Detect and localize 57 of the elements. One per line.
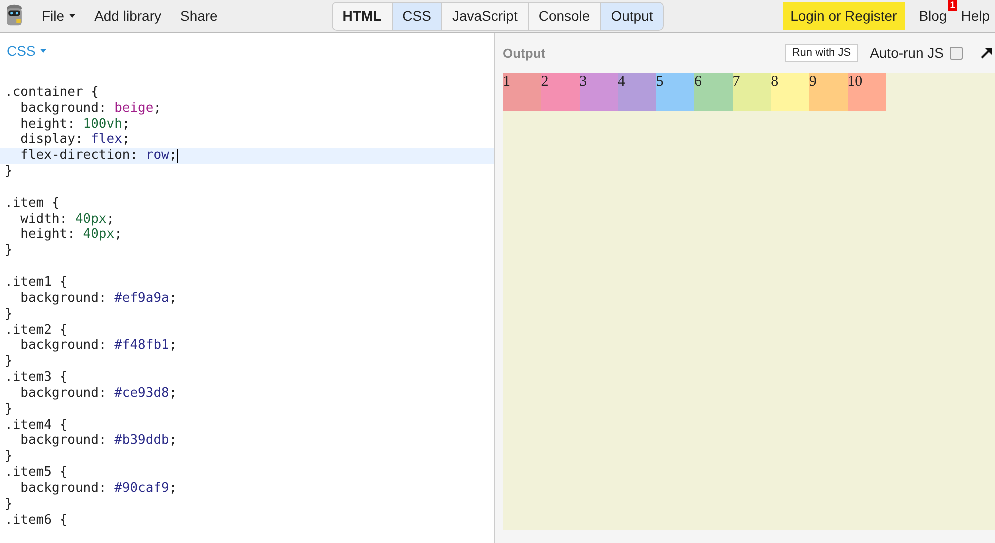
help-link[interactable]: Help <box>961 8 990 24</box>
code-line: background: #ef9a9a; <box>20 290 178 306</box>
robot-logo-icon[interactable] <box>6 4 23 28</box>
caret-icon <box>68 14 76 18</box>
panel-tab[interactable]: Console <box>528 2 600 30</box>
login-button[interactable]: Login or Register <box>782 2 906 30</box>
code-line: } <box>5 243 13 258</box>
flex-item: 8 <box>771 73 810 111</box>
code-line: background: #b39ddb; <box>20 433 178 448</box>
flex-item: 10 <box>848 73 886 111</box>
notification-badge: 1 <box>948 0 958 11</box>
panel-tab[interactable]: JavaScript <box>441 2 528 30</box>
flex-item: 3 <box>580 73 618 111</box>
code-line: } <box>5 402 13 417</box>
panel-tab[interactable]: HTML <box>332 2 392 30</box>
language-dropdown[interactable]: CSS <box>7 43 47 59</box>
code-line: } <box>5 449 13 464</box>
code-line: width: 40px; <box>20 212 115 227</box>
menu-item[interactable]: Add library <box>94 8 162 24</box>
autorun-checkbox[interactable] <box>950 46 963 60</box>
flex-item: 4 <box>618 73 656 111</box>
code-line: display: flex; <box>20 132 130 148</box>
code-line: flex-direction: row; <box>20 148 178 164</box>
code-line: .container { <box>5 84 99 100</box>
flex-item: 1 <box>503 73 542 111</box>
code-line: background: #90caf9; <box>20 480 178 496</box>
code-line: background: #ce93d8; <box>20 386 178 401</box>
menu-item[interactable]: File <box>42 8 76 24</box>
code-line: } <box>5 306 13 322</box>
panel-tab[interactable]: Output <box>600 2 664 30</box>
flex-item: 6 <box>694 73 733 111</box>
code-line: .item6 { <box>5 512 68 528</box>
code-line: } <box>5 496 13 512</box>
blog-link[interactable]: Blog <box>919 8 948 24</box>
autorun-label: Auto-run JS <box>870 45 944 61</box>
panel-title: Output <box>503 46 546 60</box>
code-line: .item1 { <box>5 274 68 290</box>
code-line: background: #f48fb1; <box>20 338 178 354</box>
code-line: height: 100vh; <box>20 116 130 132</box>
flex-item: 7 <box>732 73 772 111</box>
flex-item: 5 <box>656 73 694 111</box>
flex-item: 2 <box>541 73 580 111</box>
panel-tab[interactable]: CSS <box>392 2 442 30</box>
code-line: .item2 { <box>5 322 68 338</box>
code-line: } <box>5 164 13 180</box>
code-line: .item3 { <box>5 370 68 386</box>
flex-item: 9 <box>809 73 848 111</box>
menu-item[interactable]: Share <box>180 8 218 24</box>
code-line: .item4 { <box>5 418 68 433</box>
popout-arrow-icon[interactable] <box>981 47 993 59</box>
run-button[interactable]: Run with JS <box>785 44 858 62</box>
code-line: } <box>5 354 13 370</box>
code-line: background: beige; <box>20 100 162 116</box>
code-line: .item5 { <box>5 465 68 480</box>
code-line: height: 40px; <box>20 227 122 242</box>
caret-icon <box>40 49 47 53</box>
code-line: .item { <box>5 196 60 211</box>
